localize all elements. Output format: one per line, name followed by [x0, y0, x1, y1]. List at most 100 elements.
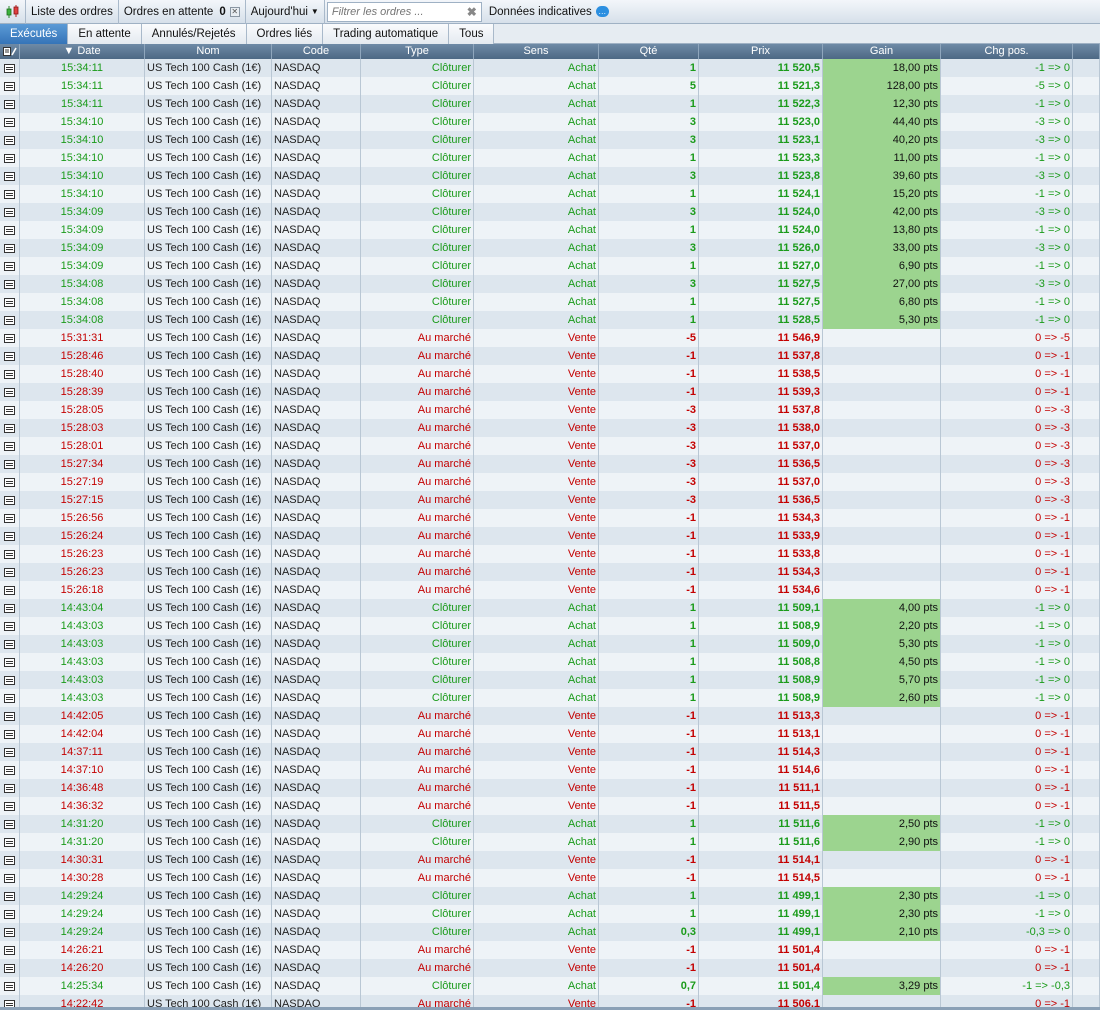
header-price[interactable]: Prix: [699, 44, 823, 59]
order-detail-icon[interactable]: [0, 239, 20, 257]
order-detail-icon[interactable]: [0, 635, 20, 653]
order-detail-icon[interactable]: [0, 509, 20, 527]
table-row[interactable]: 14:43:03 US Tech 100 Cash (1€) NASDAQ Clôtu…: [0, 671, 1100, 689]
table-row[interactable]: 15:26:23 US Tech 100 Cash (1€) NASDAQ Au ma…: [0, 545, 1100, 563]
table-row[interactable]: 15:28:46 US Tech 100 Cash (1€) NASDAQ Au ma…: [0, 347, 1100, 365]
table-row[interactable]: 15:34:08 US Tech 100 Cash (1€) NASDAQ Clôtu…: [0, 311, 1100, 329]
table-row[interactable]: 14:36:32 US Tech 100 Cash (1€) NASDAQ Au ma…: [0, 797, 1100, 815]
table-row[interactable]: 14:43:03 US Tech 100 Cash (1€) NASDAQ Clôtu…: [0, 617, 1100, 635]
column-settings-icon[interactable]: [0, 44, 20, 59]
order-detail-icon[interactable]: [0, 347, 20, 365]
table-row[interactable]: 15:34:10 US Tech 100 Cash (1€) NASDAQ Clôtu…: [0, 167, 1100, 185]
order-detail-icon[interactable]: [0, 977, 20, 995]
table-row[interactable]: 15:34:09 US Tech 100 Cash (1€) NASDAQ Clôtu…: [0, 221, 1100, 239]
table-row[interactable]: 14:43:03 US Tech 100 Cash (1€) NASDAQ Clôtu…: [0, 653, 1100, 671]
table-row[interactable]: 15:27:34 US Tech 100 Cash (1€) NASDAQ Au ma…: [0, 455, 1100, 473]
table-row[interactable]: 15:34:09 US Tech 100 Cash (1€) NASDAQ Clôtu…: [0, 257, 1100, 275]
order-detail-icon[interactable]: [0, 473, 20, 491]
order-detail-icon[interactable]: [0, 275, 20, 293]
order-detail-icon[interactable]: [0, 437, 20, 455]
table-row[interactable]: 15:26:24 US Tech 100 Cash (1€) NASDAQ Au ma…: [0, 527, 1100, 545]
order-detail-icon[interactable]: [0, 383, 20, 401]
table-row[interactable]: 14:30:31 US Tech 100 Cash (1€) NASDAQ Au ma…: [0, 851, 1100, 869]
order-list-button[interactable]: Liste des ordres: [26, 0, 119, 24]
table-row[interactable]: 15:34:10 US Tech 100 Cash (1€) NASDAQ Clôtu…: [0, 113, 1100, 131]
table-row[interactable]: 14:30:28 US Tech 100 Cash (1€) NASDAQ Au ma…: [0, 869, 1100, 887]
table-row[interactable]: 14:43:03 US Tech 100 Cash (1€) NASDAQ Clôtu…: [0, 689, 1100, 707]
header-position-change[interactable]: Chg pos.: [941, 44, 1073, 59]
table-row[interactable]: 15:34:10 US Tech 100 Cash (1€) NASDAQ Clôtu…: [0, 185, 1100, 203]
table-row[interactable]: 14:26:21 US Tech 100 Cash (1€) NASDAQ Au ma…: [0, 941, 1100, 959]
tab-cancelled[interactable]: Annulés/Rejetés: [141, 24, 247, 44]
order-detail-icon[interactable]: [0, 725, 20, 743]
order-detail-icon[interactable]: [0, 833, 20, 851]
table-row[interactable]: 14:25:34 US Tech 100 Cash (1€) NASDAQ Clôtu…: [0, 977, 1100, 995]
clear-pending-icon[interactable]: ✕: [229, 6, 240, 17]
order-detail-icon[interactable]: [0, 311, 20, 329]
tab-pending[interactable]: En attente: [68, 24, 142, 44]
table-row[interactable]: 15:34:10 US Tech 100 Cash (1€) NASDAQ Clôtu…: [0, 131, 1100, 149]
header-gain[interactable]: Gain: [823, 44, 941, 59]
table-row[interactable]: 14:42:04 US Tech 100 Cash (1€) NASDAQ Au ma…: [0, 725, 1100, 743]
tab-linked[interactable]: Ordres liés: [246, 24, 324, 44]
clear-filter-icon[interactable]: ✖: [467, 5, 477, 19]
table-row[interactable]: 15:34:11 US Tech 100 Cash (1€) NASDAQ Clôtu…: [0, 95, 1100, 113]
table-row[interactable]: 15:34:09 US Tech 100 Cash (1€) NASDAQ Clôtu…: [0, 203, 1100, 221]
order-detail-icon[interactable]: [0, 941, 20, 959]
table-row[interactable]: 15:27:15 US Tech 100 Cash (1€) NASDAQ Au ma…: [0, 491, 1100, 509]
table-row[interactable]: 14:29:24 US Tech 100 Cash (1€) NASDAQ Clôtu…: [0, 923, 1100, 941]
table-row[interactable]: 14:29:24 US Tech 100 Cash (1€) NASDAQ Clôtu…: [0, 887, 1100, 905]
pending-orders-button[interactable]: Ordres en attente 0 ✕: [119, 0, 246, 24]
order-detail-icon[interactable]: [0, 293, 20, 311]
table-row[interactable]: 14:37:11 US Tech 100 Cash (1€) NASDAQ Au ma…: [0, 743, 1100, 761]
order-detail-icon[interactable]: [0, 257, 20, 275]
order-detail-icon[interactable]: [0, 113, 20, 131]
table-row[interactable]: 15:28:05 US Tech 100 Cash (1€) NASDAQ Au ma…: [0, 401, 1100, 419]
table-row[interactable]: 14:43:04 US Tech 100 Cash (1€) NASDAQ Clôtu…: [0, 599, 1100, 617]
order-detail-icon[interactable]: [0, 761, 20, 779]
filter-input[interactable]: [327, 2, 458, 21]
table-row[interactable]: 15:34:08 US Tech 100 Cash (1€) NASDAQ Clôtu…: [0, 275, 1100, 293]
table-row[interactable]: 15:26:18 US Tech 100 Cash (1€) NASDAQ Au ma…: [0, 581, 1100, 599]
order-detail-icon[interactable]: [0, 185, 20, 203]
order-detail-icon[interactable]: [0, 203, 20, 221]
table-row[interactable]: 15:28:03 US Tech 100 Cash (1€) NASDAQ Au ma…: [0, 419, 1100, 437]
order-detail-icon[interactable]: [0, 59, 20, 77]
table-row[interactable]: 14:43:03 US Tech 100 Cash (1€) NASDAQ Clôtu…: [0, 635, 1100, 653]
order-detail-icon[interactable]: [0, 617, 20, 635]
order-detail-icon[interactable]: [0, 707, 20, 725]
order-detail-icon[interactable]: [0, 563, 20, 581]
order-detail-icon[interactable]: [0, 779, 20, 797]
header-code[interactable]: Code: [272, 44, 361, 59]
tab-auto-trading[interactable]: Trading automatique: [323, 24, 450, 44]
order-detail-icon[interactable]: [0, 491, 20, 509]
table-row[interactable]: 15:26:23 US Tech 100 Cash (1€) NASDAQ Au ma…: [0, 563, 1100, 581]
header-qty[interactable]: Qté: [599, 44, 699, 59]
order-detail-icon[interactable]: [0, 329, 20, 347]
order-detail-icon[interactable]: [0, 77, 20, 95]
order-detail-icon[interactable]: [0, 887, 20, 905]
header-type[interactable]: Type: [361, 44, 474, 59]
order-detail-icon[interactable]: [0, 851, 20, 869]
order-detail-icon[interactable]: [0, 131, 20, 149]
order-detail-icon[interactable]: [0, 167, 20, 185]
table-row[interactable]: 15:26:56 US Tech 100 Cash (1€) NASDAQ Au ma…: [0, 509, 1100, 527]
table-row[interactable]: 14:31:20 US Tech 100 Cash (1€) NASDAQ Clôtu…: [0, 815, 1100, 833]
tab-executed[interactable]: Exécutés: [0, 24, 69, 44]
table-row[interactable]: 15:34:11 US Tech 100 Cash (1€) NASDAQ Clôtu…: [0, 59, 1100, 77]
order-detail-icon[interactable]: [0, 365, 20, 383]
order-detail-icon[interactable]: [0, 869, 20, 887]
period-dropdown[interactable]: Aujourd'hui ▼: [246, 0, 325, 24]
candlestick-icon[interactable]: [0, 0, 26, 24]
table-row[interactable]: 15:31:31 US Tech 100 Cash (1€) NASDAQ Au ma…: [0, 329, 1100, 347]
table-row[interactable]: 15:28:39 US Tech 100 Cash (1€) NASDAQ Au ma…: [0, 383, 1100, 401]
table-row[interactable]: 14:29:24 US Tech 100 Cash (1€) NASDAQ Clôtu…: [0, 905, 1100, 923]
order-detail-icon[interactable]: [0, 527, 20, 545]
order-detail-icon[interactable]: [0, 905, 20, 923]
order-detail-icon[interactable]: [0, 401, 20, 419]
table-row[interactable]: 14:31:20 US Tech 100 Cash (1€) NASDAQ Clôtu…: [0, 833, 1100, 851]
header-name[interactable]: Nom: [145, 44, 272, 59]
order-detail-icon[interactable]: [0, 599, 20, 617]
table-row[interactable]: 14:37:10 US Tech 100 Cash (1€) NASDAQ Au ma…: [0, 761, 1100, 779]
table-row[interactable]: 15:28:40 US Tech 100 Cash (1€) NASDAQ Au ma…: [0, 365, 1100, 383]
